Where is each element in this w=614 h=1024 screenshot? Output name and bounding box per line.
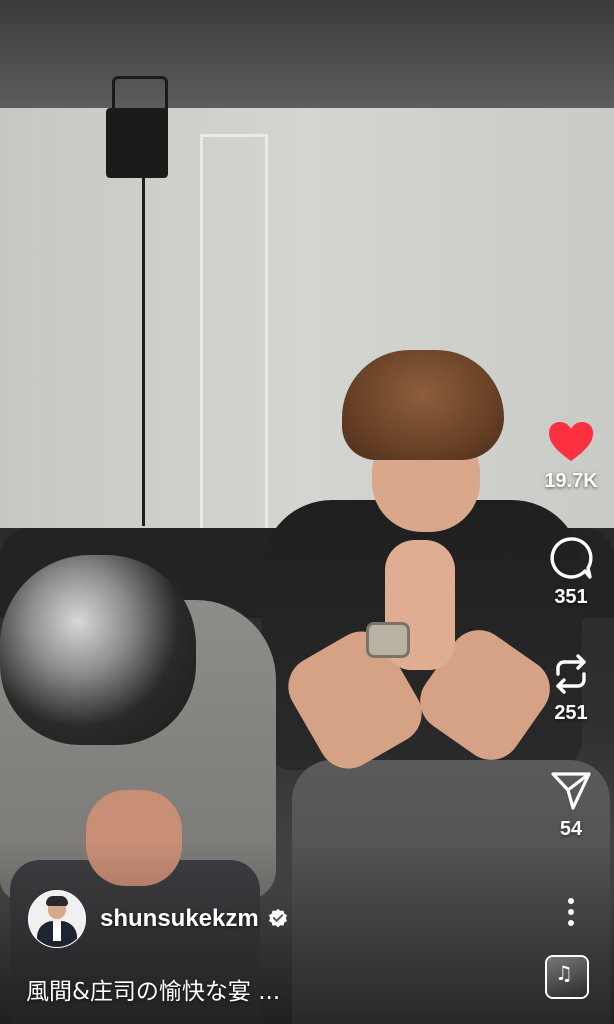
wall-conduit: [200, 134, 268, 537]
more-vertical-icon[interactable]: [547, 888, 595, 936]
repost-button[interactable]: 251: [547, 650, 595, 725]
verified-badge-icon: [268, 908, 287, 928]
reel-video[interactable]: [0, 0, 614, 1024]
post-caption[interactable]: 風間&庄司の愉快な宴 ...: [26, 972, 280, 1006]
heart-filled-icon[interactable]: [547, 418, 595, 466]
repost-count[interactable]: 251: [554, 702, 587, 725]
person-left-head: [0, 555, 196, 745]
share-count[interactable]: 54: [560, 818, 582, 841]
wall-router: [106, 108, 168, 178]
comment-count[interactable]: 351: [554, 586, 587, 609]
original-audio-thumbnail-icon[interactable]: ♫: [545, 955, 589, 999]
music-note-icon: ♫: [555, 961, 573, 985]
router-antenna: [112, 76, 168, 111]
wristwatch: [366, 622, 410, 658]
comment-button[interactable]: 351: [547, 534, 595, 609]
ceiling: [0, 0, 614, 108]
action-rail: 19.7K 351 251 54: [528, 418, 614, 978]
like-button[interactable]: 19.7K: [544, 418, 598, 493]
like-count[interactable]: 19.7K: [544, 470, 597, 493]
comment-bubble-icon[interactable]: [547, 534, 595, 582]
post-author[interactable]: shunsukekzm: [28, 890, 289, 948]
more-options-button[interactable]: [547, 888, 595, 936]
wall-cable: [142, 176, 145, 526]
person-right-hair: [342, 350, 504, 460]
avatar[interactable]: [28, 890, 86, 948]
send-icon[interactable]: [547, 766, 595, 814]
username[interactable]: shunsukekzm: [100, 905, 259, 933]
repost-icon[interactable]: [547, 650, 595, 698]
share-button[interactable]: 54: [547, 766, 595, 841]
wall: [0, 108, 614, 568]
